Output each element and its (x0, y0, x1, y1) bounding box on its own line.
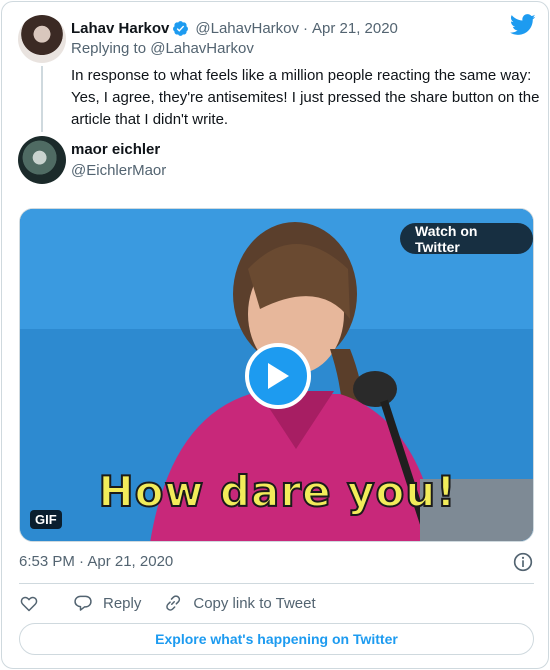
gif-caption: How dare you! (98, 466, 457, 517)
parent-author-name[interactable]: Lahav Harkov (71, 20, 169, 37)
watch-on-twitter-button[interactable]: Watch on Twitter (400, 223, 533, 255)
play-icon (268, 363, 289, 389)
parent-tweet-text: In response to what feels like a million… (71, 67, 540, 128)
verified-badge-icon (173, 20, 189, 36)
copy-link-label: Copy link to Tweet (193, 594, 316, 612)
main-author-avatar[interactable] (18, 136, 66, 184)
tweet-timestamp[interactable]: 6:53 PM · Apr 21, 2020 (19, 553, 173, 570)
reply-button[interactable]: Reply (73, 593, 141, 613)
play-button[interactable] (245, 343, 311, 409)
gif-media[interactable]: How dare you! Watch on Twitter GIF (19, 208, 534, 542)
main-author-name[interactable]: maor eichler (71, 141, 160, 158)
parent-tweet-date[interactable]: Apr 21, 2020 (312, 20, 398, 37)
heart-icon (20, 596, 38, 612)
tweet-actions-bar: Reply Copy link to Tweet (19, 591, 316, 615)
copy-link-button[interactable]: Copy link to Tweet (163, 593, 316, 613)
replying-to-label[interactable]: Replying to @LahavHarkov (71, 40, 254, 57)
header-separator: · (303, 19, 308, 37)
link-icon (166, 595, 181, 611)
thread-connector-line (41, 66, 43, 132)
reply-bubble-icon (74, 595, 92, 611)
explore-twitter-button[interactable]: Explore what's happening on Twitter (19, 623, 534, 655)
main-author-handle[interactable]: @EichlerMaor (71, 162, 166, 179)
like-button[interactable] (19, 593, 39, 613)
info-icon[interactable] (513, 552, 533, 572)
embedded-tweet-card: Lahav Harkov @LahavHarkov · Apr 21, 2020… (1, 1, 549, 669)
parent-tweet-header: Lahav Harkov @LahavHarkov · Apr 21, 2020 (71, 18, 398, 38)
gif-badge: GIF (30, 510, 62, 529)
parent-author-avatar[interactable] (18, 15, 66, 63)
action-divider (19, 583, 534, 584)
reply-label: Reply (103, 594, 142, 612)
twitter-logo-icon[interactable] (510, 14, 536, 36)
parent-author-handle[interactable]: @LahavHarkov (195, 20, 299, 37)
